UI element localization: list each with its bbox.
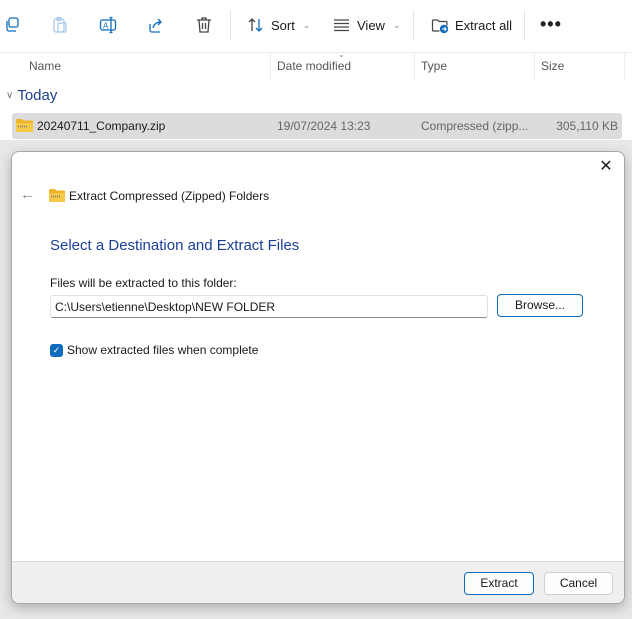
extract-button[interactable]: Extract xyxy=(464,572,534,595)
file-name: 20240711_Company.zip xyxy=(37,119,166,133)
show-extracted-files-label: Show extracted files when complete xyxy=(67,343,259,357)
dialog-title: Extract Compressed (Zipped) Folders xyxy=(69,189,270,203)
cancel-button[interactable]: Cancel xyxy=(544,572,613,595)
svg-text:A: A xyxy=(103,22,109,31)
file-date-modified: 19/07/2024 13:23 xyxy=(277,119,371,133)
show-extracted-files-checkbox[interactable]: ✓ Show extracted files when complete xyxy=(50,343,258,357)
toolbar-divider xyxy=(524,10,525,40)
view-label: View xyxy=(357,17,385,33)
column-header-name[interactable]: Name xyxy=(21,53,271,80)
column-header-row: Name Date modified Type Size xyxy=(0,52,632,80)
chevron-down-icon: ⌄ xyxy=(302,19,311,30)
copy-icon[interactable] xyxy=(2,15,22,35)
file-type: Compressed (zipp... xyxy=(421,119,529,133)
toolbar-divider xyxy=(413,10,414,40)
view-button[interactable]: View ⌄ xyxy=(333,13,401,37)
destination-label: Files will be extracted to this folder: xyxy=(50,276,237,290)
file-size: 305,110 KB xyxy=(556,119,618,133)
dialog-footer: Extract Cancel xyxy=(12,561,624,603)
paste-icon[interactable] xyxy=(50,15,70,35)
more-options-button[interactable]: ••• xyxy=(540,14,562,35)
column-header-size[interactable]: Size xyxy=(533,53,625,80)
share-icon[interactable] xyxy=(146,15,166,35)
extract-folder-icon xyxy=(431,19,449,34)
dialog-heading: Select a Destination and Extract Files xyxy=(50,237,300,254)
sort-label: Sort xyxy=(271,17,295,33)
extract-all-label: Extract all xyxy=(455,17,513,33)
chevron-down-icon: ⌄ xyxy=(392,19,401,30)
delete-icon[interactable] xyxy=(194,15,214,35)
close-button[interactable]: ✕ xyxy=(596,157,616,177)
back-button[interactable]: ← xyxy=(20,186,35,203)
sort-button[interactable]: Sort ⌄ xyxy=(247,13,310,37)
extract-all-button[interactable]: Extract all xyxy=(431,13,512,37)
zip-folder-icon xyxy=(16,119,33,132)
command-bar: A Sort ⌄ View ⌄ Extract all ••• xyxy=(0,0,632,50)
chevron-down-icon: ∨ xyxy=(6,90,14,101)
checkmark-icon: ✓ xyxy=(50,343,63,357)
group-header-today[interactable]: ∨ Today xyxy=(6,87,57,104)
sort-icon xyxy=(248,18,263,32)
file-row[interactable]: 20240711_Company.zip 19/07/2024 13:23 Co… xyxy=(12,113,622,139)
view-icon xyxy=(334,19,349,32)
destination-folder-input[interactable] xyxy=(50,295,488,318)
extract-dialog: ✕ ← Extract Compressed (Zipped) Folders … xyxy=(11,151,625,604)
group-label: Today xyxy=(17,87,58,104)
column-header-type[interactable]: Type xyxy=(413,53,535,80)
rename-icon[interactable]: A xyxy=(98,15,118,35)
column-header-date-modified[interactable]: Date modified xyxy=(269,53,415,80)
zip-folder-icon xyxy=(49,189,65,202)
toolbar-divider xyxy=(230,10,231,40)
browse-button[interactable]: Browse... xyxy=(497,294,583,317)
